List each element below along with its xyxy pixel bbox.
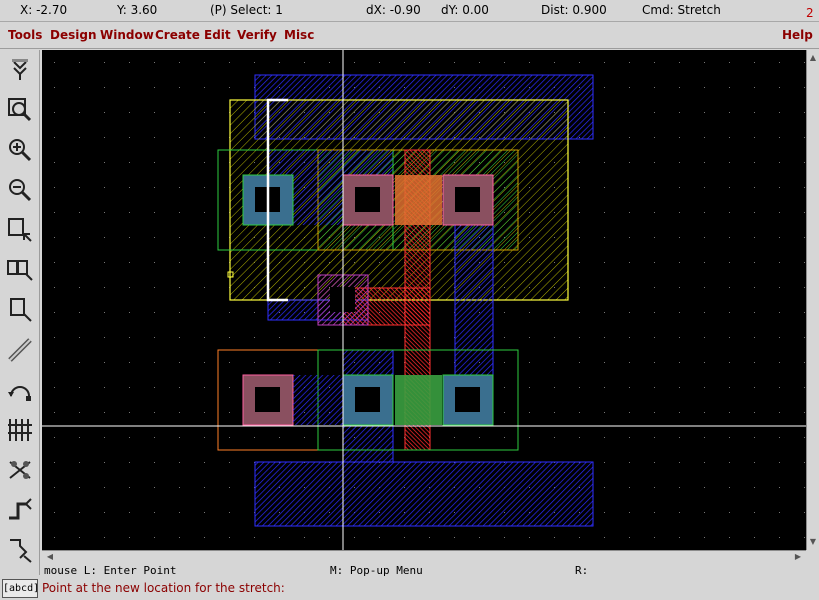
coordinate-status-bar: X: -2.70 Y: 3.60 (P) Select: 1 dX: -0.90… (0, 0, 819, 22)
undo-arc-icon (8, 386, 31, 401)
layout-canvas[interactable] (42, 50, 806, 550)
cursor-y-readout: Y: 3.60 (117, 3, 158, 17)
gate-overlap-top (395, 175, 442, 225)
push-down-icon (12, 59, 28, 80)
grid-icon (8, 419, 32, 441)
command-prompt: Point at the new location for the stretc… (42, 581, 285, 595)
undo-arc-tool[interactable] (3, 372, 37, 408)
select-multi-tool[interactable] (3, 252, 37, 288)
scroll-right-icon[interactable]: ▶ (792, 551, 804, 563)
delta-x-readout: dX: -0.90 (366, 3, 421, 17)
scroll-down-icon[interactable]: ▼ (807, 536, 819, 548)
zoom-out-tool[interactable] (3, 172, 37, 208)
scroll-up-icon[interactable]: ▲ (807, 52, 819, 64)
layers-icon (9, 461, 31, 479)
select-multi-icon (7, 260, 33, 281)
gate-overlap-bottom (395, 375, 442, 425)
select-object-icon (10, 298, 32, 322)
window-number: 2 (806, 6, 814, 20)
zoom-fit-tool[interactable] (3, 92, 37, 128)
path-icon (9, 498, 32, 520)
menu-create[interactable]: Create (155, 28, 200, 42)
cursor-x-readout: X: -2.70 (20, 3, 68, 17)
menu-tools[interactable]: Tools (8, 28, 42, 42)
keyboard-mode-indicator: [abcd] (2, 579, 39, 598)
menu-verify[interactable]: Verify (237, 28, 277, 42)
horizontal-scrollbar[interactable]: ◀ ▶ (42, 550, 806, 563)
delta-y-readout: dY: 0.00 (441, 3, 489, 17)
select-box-icon (8, 218, 32, 242)
menu-window[interactable]: Window (100, 28, 154, 42)
mouse-button-hints: mouse L: Enter Point M: Pop-up Menu R: (42, 564, 819, 579)
wire-tool[interactable] (3, 332, 37, 368)
polygon-icon (10, 539, 32, 563)
layout-drawing (42, 50, 806, 550)
selection-count: (P) Select: 1 (210, 3, 283, 17)
zoom-in-icon (9, 139, 32, 162)
menu-design[interactable]: Design (50, 28, 97, 42)
distance-readout: Dist: 0.900 (541, 3, 607, 17)
zoom-out-icon (9, 179, 32, 202)
push-down-tool[interactable] (3, 52, 37, 88)
current-command: Cmd: Stretch (642, 3, 721, 17)
grid-tool[interactable] (3, 412, 37, 448)
vertical-scrollbar[interactable]: ▲ ▼ (806, 50, 819, 550)
zoom-fit-icon (8, 98, 32, 122)
menu-misc[interactable]: Misc (284, 28, 314, 42)
menu-edit[interactable]: Edit (204, 28, 231, 42)
path-tool[interactable] (3, 492, 37, 528)
tool-palette (0, 50, 40, 575)
zoom-in-tool[interactable] (3, 132, 37, 168)
mouse-middle-hint: M: Pop-up Menu (330, 564, 423, 577)
metal1-bottom-link[interactable] (293, 375, 343, 425)
select-box-tool[interactable] (3, 212, 37, 248)
menu-bar: Tools Design Window Create Edit Verify M… (0, 23, 819, 49)
scroll-left-icon[interactable]: ◀ (44, 551, 56, 563)
menu-help[interactable]: Help (782, 28, 813, 42)
mouse-left-hint: mouse L: Enter Point (44, 564, 177, 577)
wire-icon (8, 338, 32, 362)
app-window: X: -2.70 Y: 3.60 (P) Select: 1 dX: -0.90… (0, 0, 819, 600)
layers-tool[interactable] (3, 452, 37, 488)
select-object-tool[interactable] (3, 292, 37, 328)
mouse-right-hint: R: (575, 564, 589, 577)
metal1-gnd-rail[interactable] (254, 461, 594, 527)
polygon-tool[interactable] (3, 532, 37, 568)
